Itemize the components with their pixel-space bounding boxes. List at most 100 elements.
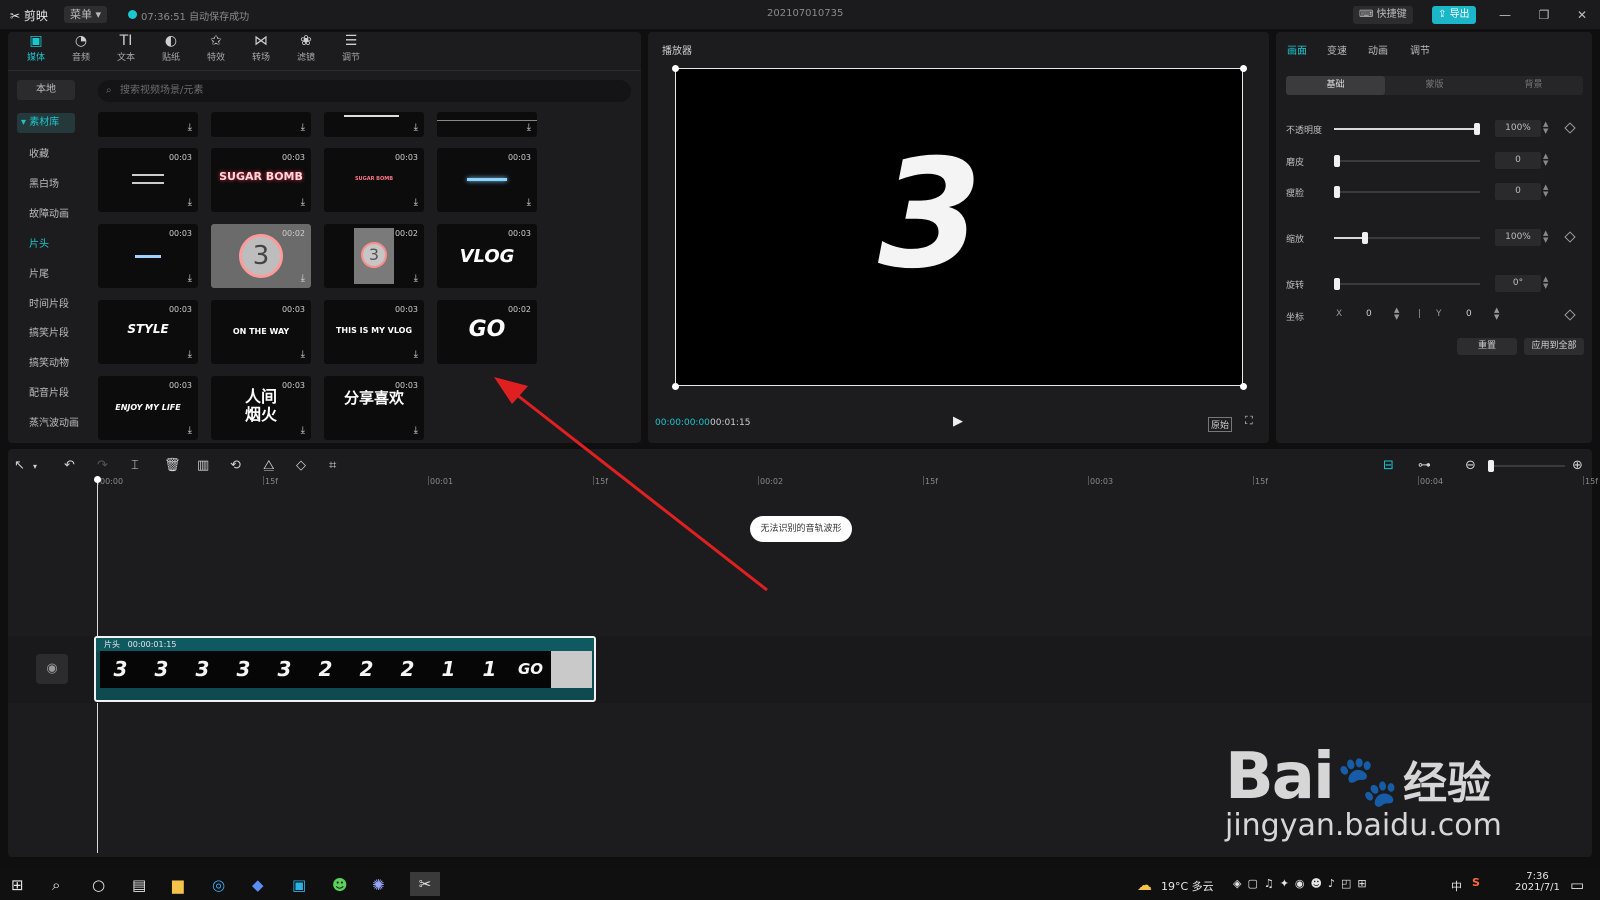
- mirror-icon[interactable]: ⧋: [263, 458, 275, 473]
- stepper-icon[interactable]: ▲ ▼: [1543, 184, 1548, 198]
- reverse-icon[interactable]: ⟲: [230, 458, 241, 473]
- material-tile[interactable]: STYLE 00:03 ⤓: [98, 300, 198, 364]
- stepper-icon[interactable]: ▲ ▼: [1494, 307, 1499, 321]
- segment-background[interactable]: 背景: [1484, 76, 1583, 95]
- material-tile[interactable]: 人间烟火 00:03 ⤓: [211, 376, 311, 440]
- slider-knob[interactable]: [1362, 232, 1368, 244]
- segment-basic[interactable]: 基础: [1286, 76, 1385, 95]
- app-icon[interactable]: ◆: [252, 876, 264, 894]
- download-icon[interactable]: ⤓: [414, 425, 418, 436]
- material-tile[interactable]: SUGAR BOMB 00:03 ⤓: [324, 148, 424, 212]
- material-tile[interactable]: ⤓: [324, 112, 424, 137]
- opacity-slider[interactable]: [1334, 123, 1480, 135]
- category-item[interactable]: 收藏: [29, 145, 87, 165]
- download-icon[interactable]: ⤓: [527, 197, 531, 208]
- material-tile[interactable]: SUGAR BOMB 00:03 ⤓: [211, 148, 311, 212]
- notification-icon[interactable]: ▭: [1570, 876, 1584, 894]
- minimize-icon[interactable]: —: [1496, 6, 1514, 24]
- tray-icons[interactable]: ◈▢♫✦◉☻♪◰⊞: [1233, 877, 1373, 890]
- playhead-handle[interactable]: [94, 476, 101, 483]
- x-value[interactable]: 0: [1366, 309, 1372, 319]
- reset-button[interactable]: 重置: [1457, 338, 1517, 355]
- category-item-selected[interactable]: 片头: [29, 235, 87, 255]
- freeze-icon[interactable]: ▥: [197, 458, 209, 473]
- material-tile[interactable]: THIS IS MY VLOG 00:03 ⤓: [324, 300, 424, 364]
- smooth-value[interactable]: 0: [1495, 152, 1541, 169]
- redo-icon[interactable]: ↷: [97, 458, 108, 473]
- zoom-slider[interactable]: [1488, 460, 1565, 472]
- download-icon[interactable]: ⤓: [301, 273, 305, 284]
- slim-slider[interactable]: [1334, 186, 1480, 198]
- category-library[interactable]: ▾ 素材库: [17, 113, 75, 133]
- tab-adjust[interactable]: 调节: [1410, 42, 1430, 57]
- tool-sticker[interactable]: ◐ 贴纸: [149, 32, 193, 66]
- windows-start-icon[interactable]: ⊞: [11, 876, 24, 894]
- category-item[interactable]: 黑白场: [29, 175, 87, 195]
- rotate-slider[interactable]: [1334, 278, 1480, 290]
- download-icon[interactable]: ⤓: [301, 349, 305, 360]
- video-clip[interactable]: 片头 00:00:01:15 3 3 3 3 3 2 2 2 1 1 GO: [94, 636, 596, 702]
- download-icon[interactable]: ⤓: [301, 197, 305, 208]
- original-ratio-button[interactable]: 原始: [1208, 417, 1233, 432]
- export-button[interactable]: ⇪ 导出: [1432, 6, 1476, 24]
- download-icon[interactable]: ⤓: [188, 425, 192, 436]
- link-icon[interactable]: ⊶: [1418, 458, 1431, 473]
- rotate-value[interactable]: 0°: [1495, 275, 1541, 292]
- category-item[interactable]: 搞笑片段: [29, 324, 87, 344]
- zoom-in-icon[interactable]: ⊕: [1572, 458, 1583, 473]
- category-item[interactable]: 故障动画: [29, 205, 87, 225]
- file-explorer-icon[interactable]: ▆: [172, 876, 184, 894]
- ime-indicator[interactable]: 中: [1451, 878, 1462, 894]
- track-mute-button[interactable]: ◉: [36, 654, 68, 684]
- search-icon[interactable]: ⌕: [52, 876, 60, 894]
- material-tile[interactable]: 00:03 ⤓: [98, 224, 198, 288]
- task-view-icon[interactable]: ▤: [132, 876, 146, 894]
- slider-knob[interactable]: [1474, 123, 1480, 135]
- slim-value[interactable]: 0: [1495, 183, 1541, 200]
- tab-animation[interactable]: 动画: [1368, 42, 1388, 57]
- category-item[interactable]: 配音片段: [29, 384, 87, 404]
- maximize-icon[interactable]: ❐: [1535, 6, 1553, 24]
- download-icon[interactable]: ⤓: [414, 273, 418, 284]
- stepper-icon[interactable]: ▲ ▼: [1543, 121, 1548, 135]
- download-icon[interactable]: ⤓: [301, 122, 305, 133]
- zoom-out-icon[interactable]: ⊖: [1465, 458, 1476, 473]
- undo-icon[interactable]: ↶: [64, 458, 75, 473]
- category-item[interactable]: 蒸汽波动画: [29, 414, 99, 434]
- material-tile[interactable]: 00:03 ⤓: [98, 148, 198, 212]
- segment-mask[interactable]: 蒙版: [1385, 76, 1484, 95]
- download-icon[interactable]: ⤓: [188, 349, 192, 360]
- browser-icon[interactable]: ◎: [212, 876, 225, 894]
- tab-speed[interactable]: 变速: [1327, 42, 1347, 57]
- fullscreen-icon[interactable]: ⛶: [1245, 414, 1253, 428]
- download-icon[interactable]: ⤓: [188, 197, 192, 208]
- resize-handle[interactable]: [1240, 65, 1247, 72]
- tool-audio[interactable]: ◔ 音频: [59, 32, 103, 66]
- category-item[interactable]: 片尾: [29, 265, 87, 285]
- resize-handle[interactable]: [672, 383, 679, 390]
- opacity-value[interactable]: 100%: [1495, 120, 1541, 137]
- close-icon[interactable]: ✕: [1573, 6, 1591, 24]
- category-item[interactable]: 搞笑动物: [29, 354, 87, 374]
- tool-media[interactable]: ▣ 媒体: [14, 32, 58, 66]
- stepper-icon[interactable]: ▲ ▼: [1543, 276, 1548, 290]
- download-icon[interactable]: ⤓: [414, 197, 418, 208]
- material-tile[interactable]: ENJOY MY LIFE 00:03 ⤓: [98, 376, 198, 440]
- chevron-down-icon[interactable]: ▾: [33, 462, 37, 471]
- material-tile[interactable]: 3 00:02 ⤓: [324, 224, 424, 288]
- download-icon[interactable]: ⤓: [301, 425, 305, 436]
- y-value[interactable]: 0: [1466, 309, 1472, 319]
- app-icon[interactable]: ▣: [292, 876, 306, 894]
- resize-handle[interactable]: [672, 65, 679, 72]
- scale-slider[interactable]: [1334, 232, 1480, 244]
- delete-icon[interactable]: 🗑: [164, 458, 181, 473]
- wechat-icon[interactable]: ☻: [332, 876, 348, 894]
- download-icon[interactable]: ⤓: [414, 122, 418, 133]
- slider-knob[interactable]: [1334, 155, 1340, 167]
- play-icon[interactable]: ▶: [953, 414, 963, 429]
- material-tile[interactable]: 分享喜欢 00:03 ⤓: [324, 376, 424, 440]
- split-icon[interactable]: ⌶: [131, 458, 139, 473]
- tool-filter[interactable]: ❀ 滤镜: [284, 32, 328, 66]
- tool-adjust[interactable]: ☰ 调节: [329, 32, 373, 66]
- scale-value[interactable]: 100%: [1495, 229, 1541, 246]
